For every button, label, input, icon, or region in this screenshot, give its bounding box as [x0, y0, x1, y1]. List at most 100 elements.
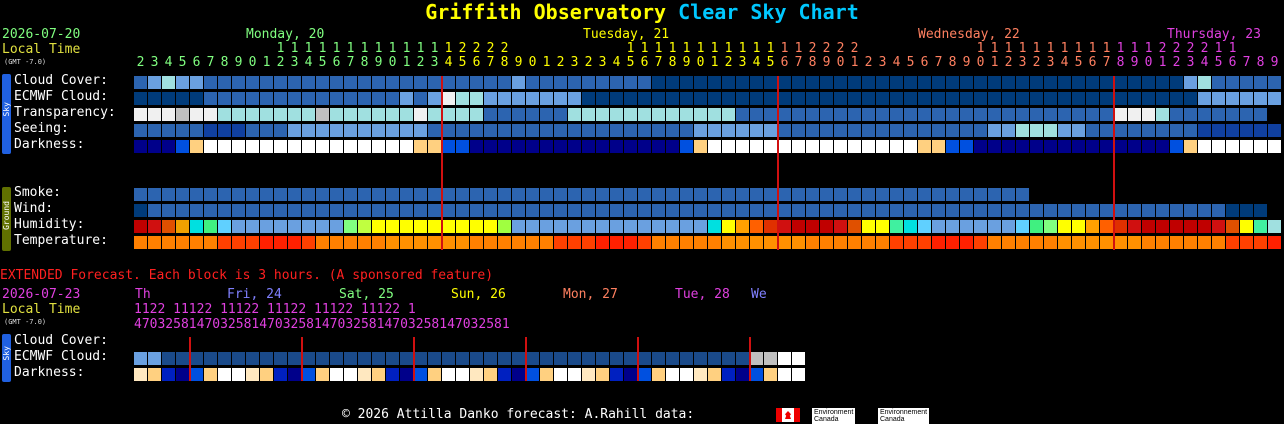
hour-tens-digit: 1 [682, 41, 691, 56]
transparency-cell [750, 108, 763, 121]
cloud-cover-cell [456, 76, 469, 89]
seeing-cell [232, 124, 245, 137]
cloud-cover-cell [1198, 76, 1211, 89]
transparency-cell [666, 108, 679, 121]
env-canada-logo[interactable]: Environment Canada [812, 408, 856, 424]
darkness-cell [1156, 140, 1169, 153]
humidity-cell [596, 220, 609, 233]
temperature-cell [484, 236, 497, 249]
ext-darkness-cell [512, 368, 525, 381]
ext-darkness-cell [694, 368, 707, 381]
ecmwf-cloud-cell [1114, 92, 1127, 105]
hour-digit: 1 [402, 55, 411, 70]
humidity-cell [400, 220, 413, 233]
ext-day-label-thu: Th [135, 287, 151, 302]
seeing-cell [1128, 124, 1141, 137]
ecmwf-cloud-cell [288, 92, 301, 105]
seeing-cell [708, 124, 721, 137]
cloud-cover-cell [1142, 76, 1155, 89]
temperature-cell [1268, 236, 1281, 249]
hour-digit: 4 [752, 55, 761, 70]
ecmwf-cloud-cell [526, 92, 539, 105]
env-canada-logo-fr[interactable]: Environnement Canada [878, 408, 930, 424]
darkness-cell [372, 140, 385, 153]
hour-digit: 3 [290, 55, 299, 70]
wind-cell [596, 204, 609, 217]
wind-cell [386, 204, 399, 217]
ext-darkness-cell [708, 368, 721, 381]
darkness-cell [1030, 140, 1043, 153]
smoke-cell [862, 188, 875, 201]
hour-digit: 5 [458, 55, 467, 70]
seeing-cell [596, 124, 609, 137]
darkness-cell [904, 140, 917, 153]
wind-cell [358, 204, 371, 217]
extended-local-time: Local Time [2, 302, 81, 317]
seeing-cell [610, 124, 623, 137]
ext-ecmwf-cloud-cell [288, 352, 301, 365]
cloud-cover-cell [1268, 76, 1281, 89]
transparency-cell [708, 108, 721, 121]
transparency-cell [1128, 108, 1141, 121]
temperature-cell [764, 236, 777, 249]
temperature-cell [260, 236, 273, 249]
ext-ecmwf-cloud-cell [750, 352, 763, 365]
transparency-cell [232, 108, 245, 121]
transparency-cell [400, 108, 413, 121]
ecmwf-cloud-cell [596, 92, 609, 105]
ecmwf-cloud-cell [330, 92, 343, 105]
darkness-cell [1184, 140, 1197, 153]
ecmwf-cloud-cell [918, 92, 931, 105]
darkness-cell [624, 140, 637, 153]
ext-ecmwf-cloud-cell [638, 352, 651, 365]
ext-darkness-cell [610, 368, 623, 381]
seeing-cell [624, 124, 637, 137]
humidity-cell [1184, 220, 1197, 233]
ext-ecmwf-cloud-cell [652, 352, 665, 365]
humidity-cell [288, 220, 301, 233]
seeing-cell [428, 124, 441, 137]
transparency-cell [554, 108, 567, 121]
humidity-cell [414, 220, 427, 233]
ground-section-tab: Ground [2, 187, 11, 251]
transparency-cell [484, 108, 497, 121]
smoke-cell [736, 188, 749, 201]
humidity-cell [666, 220, 679, 233]
ecmwf-cloud-cell [428, 92, 441, 105]
hour-digit: 2 [556, 55, 565, 70]
cloud-cover-cell [554, 76, 567, 89]
ecmwf-cloud-cell [1268, 92, 1281, 105]
humidity-cell [848, 220, 861, 233]
smoke-cell [442, 188, 455, 201]
hour-digit: 2 [1032, 55, 1041, 70]
wind-cell [330, 204, 343, 217]
hour-digit: 2 [724, 55, 733, 70]
temperature-cell [232, 236, 245, 249]
wind-cell [1058, 204, 1071, 217]
smoke-cell [722, 188, 735, 201]
ext-darkness-cell [778, 368, 791, 381]
temperature-cell [1030, 236, 1043, 249]
hour-tens-digit: 1 [374, 41, 383, 56]
hour-tens-digit: 2 [1158, 41, 1167, 56]
smoke-cell [596, 188, 609, 201]
wind-cell [162, 204, 175, 217]
temperature-cell [1170, 236, 1183, 249]
darkness-cell [246, 140, 259, 153]
temperature-cell [932, 236, 945, 249]
temperature-cell [246, 236, 259, 249]
temperature-cell [414, 236, 427, 249]
smoke-cell [946, 188, 959, 201]
wind-cell [1002, 204, 1015, 217]
transparency-cell [288, 108, 301, 121]
hour-digit: 1 [990, 55, 999, 70]
seeing-cell [1184, 124, 1197, 137]
ext-darkness-cell [218, 368, 231, 381]
smoke-cell [918, 188, 931, 201]
darkness-cell [484, 140, 497, 153]
smoke-cell [904, 188, 917, 201]
ext-ecmwf-cloud-cell [694, 352, 707, 365]
wind-cell [736, 204, 749, 217]
hour-digit: 3 [570, 55, 579, 70]
cloud-cover-cell [540, 76, 553, 89]
